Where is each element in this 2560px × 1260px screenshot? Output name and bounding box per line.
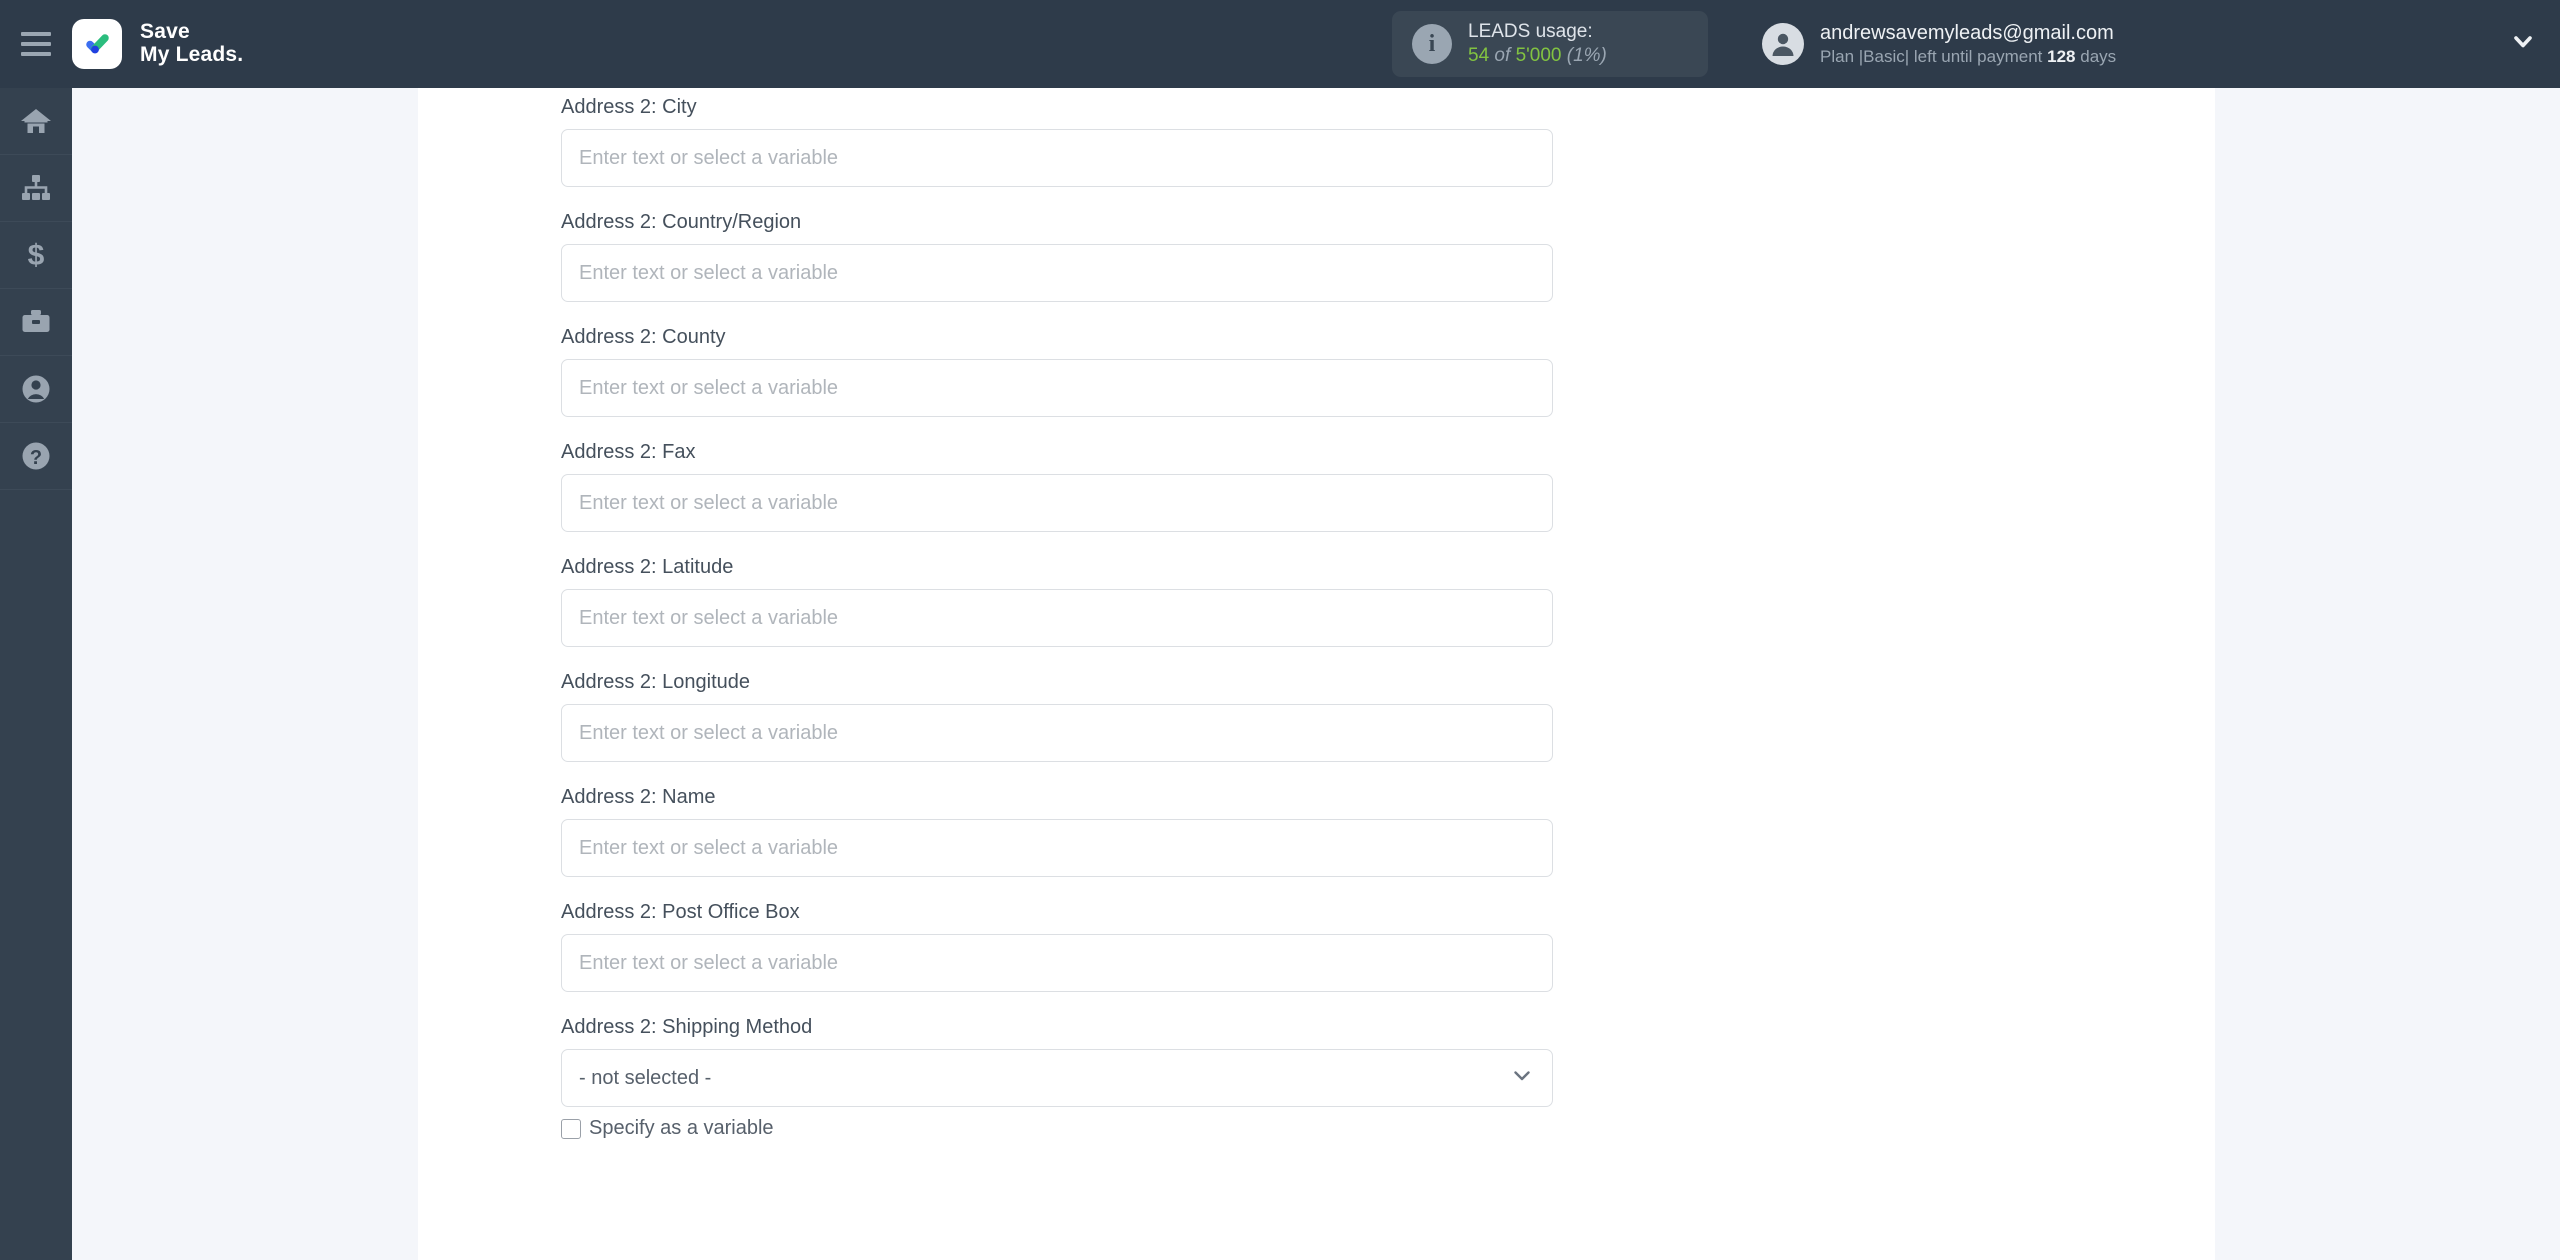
- field-label: Address 2: County: [561, 326, 726, 348]
- hamburger-menu-button[interactable]: [0, 0, 72, 88]
- brand-line-2: My Leads.: [140, 43, 244, 66]
- form-field-address2-country-region: Address 2: Country/Region: [561, 209, 1553, 302]
- address2-city-input[interactable]: [561, 129, 1553, 187]
- address2-post-office-box-input[interactable]: [561, 934, 1553, 992]
- form-field-address2-name: Address 2: Name: [561, 784, 1553, 877]
- page-body: Address 2: City Address 2: Country/Regio…: [72, 88, 2560, 1260]
- form-field-address2-shipping-method: Address 2: Shipping Method - not selecte…: [561, 1014, 1553, 1140]
- field-label: Address 2: Name: [561, 786, 716, 808]
- specify-as-variable-checkbox[interactable]: [561, 1118, 581, 1139]
- usage-used: 54: [1468, 45, 1490, 66]
- field-label: Address 2: Post Office Box: [561, 901, 800, 923]
- usage-of: of: [1494, 45, 1511, 66]
- brand-line-1: Save: [140, 20, 190, 44]
- address2-county-input[interactable]: [561, 359, 1553, 417]
- form-field-address2-fax: Address 2: Fax: [561, 439, 1553, 532]
- leads-usage-badge[interactable]: i LEADS usage: 54 of 5'000 (1%): [1392, 11, 1708, 77]
- content-panel: Address 2: City Address 2: Country/Regio…: [418, 88, 2215, 1260]
- form-field-address2-longitude: Address 2: Longitude: [561, 669, 1553, 762]
- home-icon: [19, 104, 53, 138]
- account-email: andrewsavemyleads@gmail.com: [1820, 21, 2114, 44]
- question-circle-icon: ?: [19, 439, 53, 473]
- usage-percent: (1%): [1566, 45, 1607, 66]
- sitemap-icon: [19, 171, 53, 205]
- specify-as-variable-row[interactable]: Specify as a variable: [561, 1117, 1553, 1140]
- field-label: Address 2: Latitude: [561, 556, 734, 578]
- field-label: Address 2: Shipping Method: [561, 1016, 813, 1038]
- form-field-address2-city: Address 2: City: [561, 88, 1553, 187]
- user-avatar-icon: [1762, 23, 1804, 65]
- account-plan-prefix: Plan |Basic| left until payment: [1820, 46, 2043, 66]
- sidebar-item-help[interactable]: ?: [0, 423, 72, 490]
- usage-total: 5'000: [1515, 45, 1562, 66]
- dollar-icon: $: [19, 238, 53, 272]
- sidebar-item-connections[interactable]: [0, 155, 72, 222]
- field-label: Address 2: Country/Region: [561, 211, 802, 233]
- specify-as-variable-label: Specify as a variable: [589, 1117, 774, 1139]
- select-value: - not selected -: [579, 1066, 712, 1089]
- sidebar-item-home[interactable]: [0, 88, 72, 155]
- address2-name-input[interactable]: [561, 819, 1553, 877]
- sidebar-item-billing[interactable]: $: [0, 222, 72, 289]
- address2-fax-input[interactable]: [561, 474, 1553, 532]
- user-circle-icon: [19, 372, 53, 406]
- briefcase-icon: [19, 305, 53, 339]
- svg-text:?: ?: [30, 447, 42, 469]
- account-days-suffix: days: [2080, 46, 2117, 66]
- usage-value: 54 of 5'000 (1%): [1468, 44, 1607, 68]
- address2-country-region-input[interactable]: [561, 244, 1553, 302]
- account-days-value: 128: [2047, 46, 2076, 66]
- usage-title: LEADS usage:: [1468, 20, 1593, 42]
- sidebar-item-services[interactable]: [0, 289, 72, 356]
- hamburger-icon-bar: [21, 32, 51, 36]
- info-icon: i: [1412, 24, 1452, 64]
- svg-text:$: $: [28, 239, 45, 272]
- checkmark-logo-icon: [72, 19, 122, 69]
- account-menu[interactable]: andrewsavemyleads@gmail.com Plan |Basic|…: [1762, 11, 2116, 77]
- left-sidebar: $ ?: [0, 88, 72, 1260]
- field-label: Address 2: City: [561, 96, 697, 118]
- field-mapping-form: Address 2: City Address 2: Country/Regio…: [561, 88, 1553, 1162]
- brand-logo-link[interactable]: Save My Leads.: [72, 19, 243, 69]
- chevron-down-icon[interactable]: [2508, 27, 2538, 62]
- field-label: Address 2: Fax: [561, 441, 696, 463]
- field-label: Address 2: Longitude: [561, 671, 751, 693]
- account-plan: Plan |Basic| left until payment 128 days: [1820, 46, 2116, 68]
- address2-latitude-input[interactable]: [561, 589, 1553, 647]
- sidebar-item-account[interactable]: [0, 356, 72, 423]
- brand-name: Save My Leads.: [140, 21, 243, 66]
- hamburger-icon-bar: [21, 42, 51, 46]
- hamburger-icon-bar: [21, 52, 51, 56]
- form-field-address2-latitude: Address 2: Latitude: [561, 554, 1553, 647]
- top-header: Save My Leads. i LEADS usage: 54 of 5'00…: [0, 0, 2560, 88]
- address2-longitude-input[interactable]: [561, 704, 1553, 762]
- form-field-address2-county: Address 2: County: [561, 324, 1553, 417]
- address2-shipping-method-select[interactable]: - not selected -: [561, 1049, 1553, 1107]
- form-field-address2-post-office-box: Address 2: Post Office Box: [561, 899, 1553, 992]
